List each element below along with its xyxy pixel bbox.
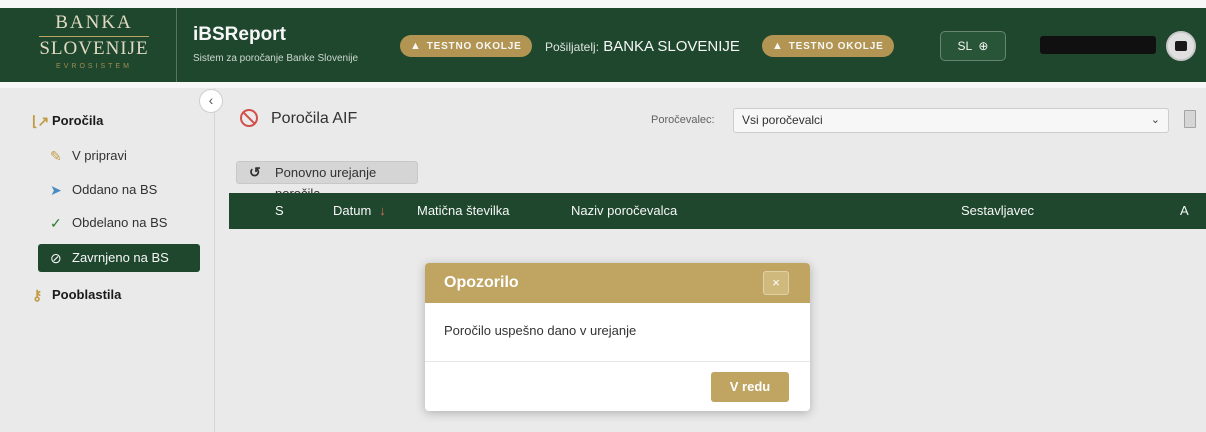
dialog-title: Opozorilo bbox=[444, 274, 519, 291]
dialog-close-button[interactable]: × bbox=[763, 271, 789, 295]
warning-dialog: Opozorilo × Poročilo uspešno dano v urej… bbox=[425, 263, 810, 411]
dialog-message: Poročilo uspešno dano v urejanje bbox=[444, 323, 637, 338]
sidebar-collapse-button[interactable]: ‹ bbox=[199, 89, 223, 113]
dialog-ok-button[interactable]: V redu bbox=[711, 372, 789, 402]
dialog-divider bbox=[425, 361, 810, 362]
dialog-header: Opozorilo × bbox=[425, 263, 810, 303]
